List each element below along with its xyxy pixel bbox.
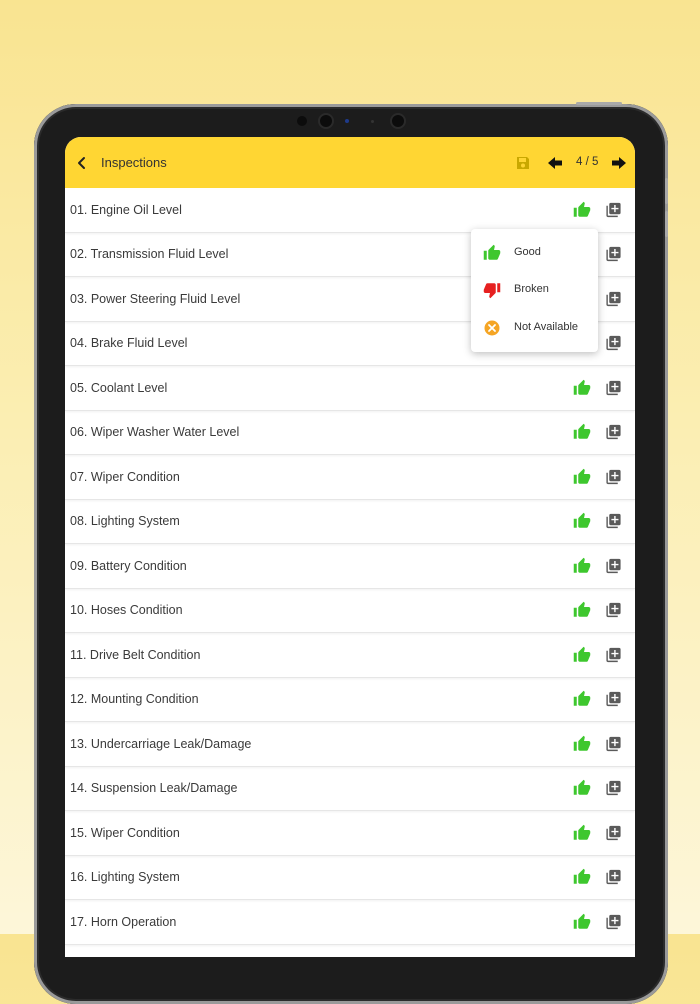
camera-indicator: [345, 119, 349, 123]
option-not-available[interactable]: Not Available: [471, 313, 598, 343]
item-label: 12. Mounting Condition: [70, 692, 199, 707]
list-item[interactable]: 11. Drive Belt Condition: [65, 633, 635, 678]
add-note-icon[interactable]: [605, 735, 622, 752]
device-top-button: [576, 102, 622, 105]
thumbs-up-icon[interactable]: [573, 423, 591, 441]
list-item[interactable]: 12. Mounting Condition: [65, 678, 635, 722]
list-item[interactable]: 17. Horn Operation: [65, 900, 635, 945]
add-note-icon[interactable]: [605, 379, 622, 396]
item-label: 01. Engine Oil Level: [70, 202, 182, 217]
list-item[interactable]: 01. Engine Oil Level: [65, 188, 635, 233]
add-note-icon[interactable]: [605, 557, 622, 574]
item-label: 16. Lighting System: [70, 870, 180, 885]
add-note-icon[interactable]: [605, 869, 622, 886]
list-item[interactable]: 08. Lighting System: [65, 500, 635, 544]
item-label: 02. Transmission Fluid Level: [70, 247, 229, 262]
thumbs-up-icon[interactable]: [573, 646, 591, 664]
thumbs-up-icon[interactable]: [573, 512, 591, 530]
item-label: 14. Suspension Leak/Damage: [70, 781, 238, 796]
add-note-icon[interactable]: [605, 913, 622, 930]
thumbs-up-icon[interactable]: [573, 824, 591, 842]
device-side-button: [665, 211, 668, 237]
option-good[interactable]: Good: [471, 238, 598, 268]
thumbs-up-icon[interactable]: [573, 601, 591, 619]
add-note-icon[interactable]: [605, 780, 622, 797]
item-label: 13. Undercarriage Leak/Damage: [70, 736, 252, 751]
add-note-icon[interactable]: [605, 513, 622, 530]
thumbs-up-icon[interactable]: [573, 201, 591, 219]
item-label: 04. Brake Fluid Level: [70, 336, 188, 351]
camera-lens: [392, 115, 404, 127]
thumbs-up-icon[interactable]: [573, 868, 591, 886]
add-note-icon[interactable]: [605, 824, 622, 841]
page-title: Inspections: [101, 155, 167, 170]
item-label: 11. Drive Belt Condition: [70, 647, 201, 662]
item-label: 10. Hoses Condition: [70, 603, 183, 618]
list-item[interactable]: 05. Coolant Level: [65, 366, 635, 411]
device-side-button: [665, 178, 668, 204]
item-label: 05. Coolant Level: [70, 380, 168, 395]
list-item[interactable]: 16. Lighting System: [65, 856, 635, 900]
item-label: 07. Wiper Condition: [70, 469, 180, 484]
previous-arrow-icon[interactable]: [547, 156, 563, 170]
thumbs-up-icon[interactable]: [573, 557, 591, 575]
option-label: Good: [514, 246, 541, 258]
thumbs-up-icon: [483, 244, 501, 260]
back-chevron-icon[interactable]: [74, 155, 90, 171]
camera-sensor: [297, 116, 307, 126]
list-item[interactable]: 07. Wiper Condition: [65, 455, 635, 500]
save-icon[interactable]: [515, 155, 531, 171]
add-note-icon[interactable]: [605, 602, 622, 619]
option-label: Broken: [514, 283, 549, 295]
status-popup-menu: Good Broken Not Available: [471, 229, 598, 352]
add-note-icon[interactable]: [605, 424, 622, 441]
add-note-icon[interactable]: [605, 691, 622, 708]
thumbs-up-icon[interactable]: [573, 468, 591, 486]
add-note-icon[interactable]: [605, 335, 622, 352]
add-note-icon[interactable]: [605, 290, 622, 307]
item-label: 08. Lighting System: [70, 514, 180, 529]
item-label: 06. Wiper Washer Water Level: [70, 425, 240, 440]
thumbs-up-icon[interactable]: [573, 913, 591, 931]
camera-sensor-small: [371, 120, 374, 123]
list-item[interactable]: 10. Hoses Condition: [65, 589, 635, 633]
thumbs-up-icon[interactable]: [573, 735, 591, 753]
list-item[interactable]: 09. Battery Condition: [65, 544, 635, 589]
list-item[interactable]: 13. Undercarriage Leak/Damage: [65, 722, 635, 767]
thumbs-down-icon: [483, 283, 501, 299]
item-label: 03. Power Steering Fluid Level: [70, 291, 241, 306]
list-item[interactable]: 15. Wiper Condition: [65, 811, 635, 856]
option-label: Not Available: [514, 321, 579, 333]
item-label: 09. Battery Condition: [70, 558, 187, 573]
option-broken[interactable]: Broken: [471, 275, 598, 305]
item-label: 17. Horn Operation: [70, 914, 177, 929]
list-item[interactable]: 14. Suspension Leak/Damage: [65, 767, 635, 811]
thumbs-up-icon[interactable]: [573, 379, 591, 397]
add-note-icon[interactable]: [605, 468, 622, 485]
item-label: 15. Wiper Condition: [70, 825, 180, 840]
next-arrow-icon[interactable]: [611, 156, 627, 170]
app-bar: Inspections 4 / 5: [65, 137, 635, 188]
add-note-icon[interactable]: [605, 246, 622, 263]
thumbs-up-icon[interactable]: [573, 690, 591, 708]
add-note-icon[interactable]: [605, 201, 622, 218]
list-item[interactable]: 06. Wiper Washer Water Level: [65, 411, 635, 455]
add-note-icon[interactable]: [605, 646, 622, 663]
thumbs-up-icon[interactable]: [573, 779, 591, 797]
not-available-icon: [484, 320, 500, 336]
camera-lens: [320, 115, 332, 127]
page-indicator: 4 / 5: [576, 156, 599, 168]
